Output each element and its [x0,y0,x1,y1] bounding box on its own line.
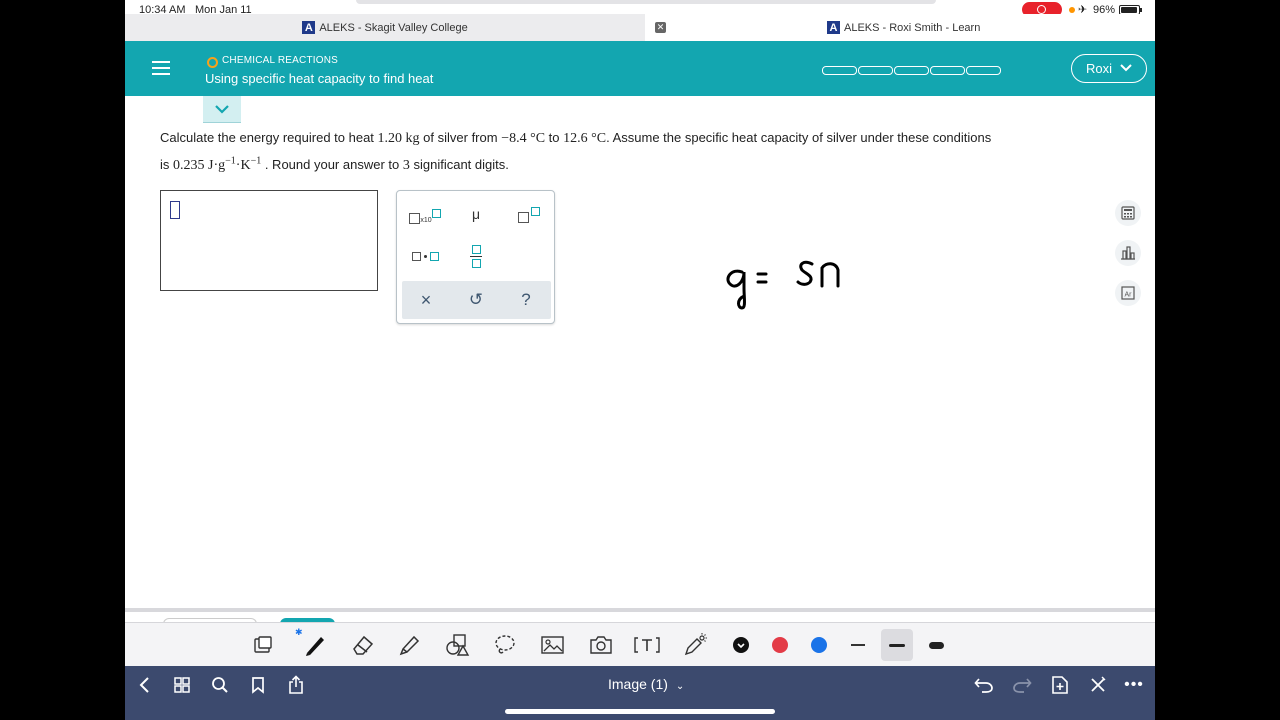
collapse-toggle[interactable] [203,96,241,123]
tab-label: ALEKS - Roxi Smith - Learn [844,21,981,34]
page-title: Using specific heat capacity to find hea… [205,71,434,86]
question-text: Calculate the energy required to heat 1.… [160,125,1120,179]
unit-kelvin: ·K [235,158,251,173]
add-page-icon[interactable] [1049,674,1071,696]
camera-icon[interactable] [587,631,615,659]
svg-text:Ar: Ar [1125,292,1133,299]
aleks-logo-icon: A [302,21,316,34]
handwritten-note [726,260,840,310]
question-fragment: . Assume the specific heat capacity of s… [606,130,992,145]
color-red[interactable] [772,637,788,653]
mass-value: 1.20 kg [377,131,420,146]
share-icon[interactable] [285,674,307,696]
text-cursor [170,201,180,219]
progress-segment [966,66,1001,75]
bookmark-icon[interactable] [247,674,269,696]
chevron-down-icon [215,104,229,114]
exponent: −1 [225,155,236,167]
chevron-down-icon [1120,63,1132,75]
status-bar: 10:34 AM Mon Jan 11 ✈ 96% [125,0,1155,17]
question-fragment: . Round your answer to [264,157,400,172]
progress-segment [858,66,893,75]
back-icon[interactable] [133,674,155,696]
help-button[interactable]: ? [508,287,544,313]
lasso-pages-icon[interactable] [249,631,277,659]
question-fragment: significant digits. [413,157,509,172]
question-fragment: Calculate the energy required to heat [160,130,374,145]
progress-segment [930,66,965,75]
multiply-dot-button[interactable] [405,243,445,269]
answer-input[interactable] [160,190,378,291]
eraser-icon[interactable] [349,631,377,659]
topic-status-icon [207,57,218,68]
aleks-logo-icon: A [827,21,840,34]
browser-address-pill[interactable] [356,0,936,4]
start-temperature: −8.4 °C [501,131,546,146]
bluetooth-icon: ✱ [295,627,303,637]
mic-indicator-icon [1069,7,1075,13]
stroke-thick[interactable] [922,631,950,659]
text-tool-icon[interactable] [633,631,661,659]
image-icon[interactable] [539,631,567,659]
highlighter-icon[interactable] [395,631,423,659]
home-indicator[interactable] [505,709,775,714]
specific-heat-value: 0.235 J·g [173,158,226,173]
redo-icon[interactable] [1011,674,1033,696]
question-fragment: to [548,130,560,145]
chevron-down-icon [737,643,745,649]
more-options-icon[interactable]: ••• [1123,674,1145,696]
search-icon[interactable] [209,674,231,696]
question-fragment: is [160,157,170,172]
document-title: Image (1) [608,676,668,692]
stroke-thin[interactable] [844,631,872,659]
progress-bar [822,66,1002,75]
bottom-nav-bar: Image (1) ⌄ ••• [125,666,1155,720]
aleks-header: CHEMICAL REACTIONS Using specific heat c… [125,41,1155,96]
chevron-down-icon: ⌄ [675,681,685,692]
end-temperature: 12.6 °C [563,131,607,146]
topic-label: CHEMICAL REACTIONS [222,55,339,66]
color-blue[interactable] [811,637,827,653]
scientific-notation-button[interactable]: x10 [405,203,445,229]
pen-icon[interactable]: ✱ [295,627,329,659]
x10-label: x10 [420,216,432,224]
drawing-toolbar: ✱ [125,622,1155,667]
sig-figs-value: 3 [402,158,410,173]
micro-button[interactable]: μ [457,201,495,227]
calculator-icon[interactable] [1115,200,1141,226]
tab-roxi-learn[interactable]: ✕ A ALEKS - Roxi Smith - Learn [645,14,1155,41]
browser-tab-bar: A ALEKS - Skagit Valley College ✕ A ALEK… [125,14,1155,41]
bar-chart-icon[interactable] [1115,240,1141,266]
grid-view-icon[interactable] [171,674,193,696]
undo-button[interactable]: ↺ [458,287,494,313]
exponent: −1 [250,155,262,167]
stroke-medium-selected[interactable] [881,629,913,661]
progress-segment [822,66,857,75]
periodic-table-icon[interactable]: Ar [1115,280,1141,306]
undo-icon[interactable] [973,674,995,696]
document-title-button[interactable]: Image (1) ⌄ [608,676,684,692]
ipad-screen: 10:34 AM Mon Jan 11 ✈ 96% A ALEKS - Skag… [125,0,1155,720]
shapes-icon[interactable] [443,631,471,659]
close-pen-tools-icon[interactable] [1087,674,1109,696]
keypad-action-row: × ↺ ? [402,281,551,319]
close-tab-icon[interactable]: ✕ [655,22,666,33]
scroll-divider [125,608,1155,612]
laser-pointer-icon[interactable] [681,631,709,659]
progress-segment [894,66,929,75]
question-fragment: of silver from [423,130,498,145]
fraction-button[interactable] [457,239,495,273]
lasso-icon[interactable] [491,631,519,659]
menu-icon[interactable] [152,61,170,75]
user-menu-button[interactable]: Roxi [1071,54,1147,83]
tab-skagit[interactable]: A ALEKS - Skagit Valley College [125,14,645,41]
user-name: Roxi [1085,61,1112,76]
clear-button[interactable]: × [408,287,444,313]
tab-label: ALEKS - Skagit Valley College [319,21,468,34]
superscript-button[interactable] [509,201,549,227]
color-black[interactable] [733,637,749,653]
math-keypad: x10 μ × ↺ ? [396,190,555,324]
